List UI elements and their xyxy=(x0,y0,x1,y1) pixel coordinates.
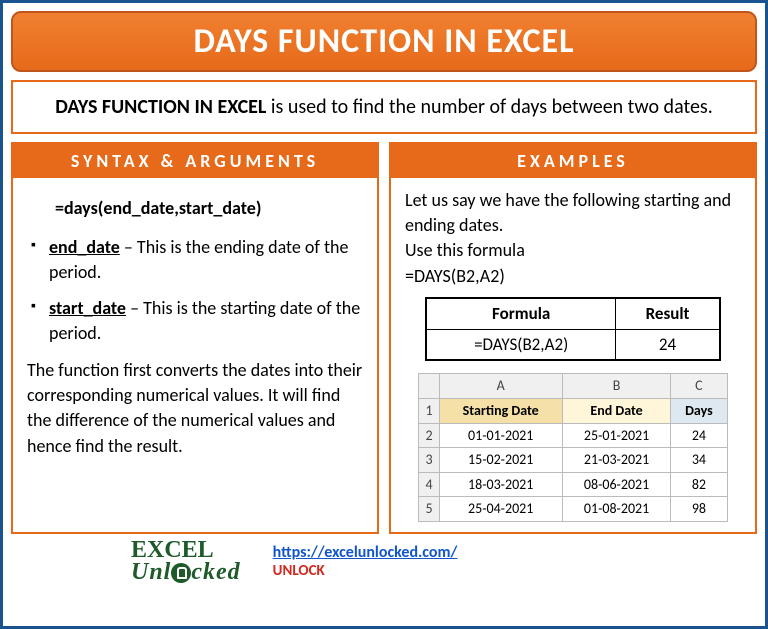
syntax-header: SYNTAX & ARGUMENTS xyxy=(13,144,377,178)
lock-icon xyxy=(171,563,191,583)
examples-column: EXAMPLES Let us say we have the followin… xyxy=(389,142,757,534)
example-intro-1: Let us say we have the following startin… xyxy=(405,188,741,238)
sheet-cell: 15-02-2021 xyxy=(439,448,562,473)
sheet-cell: 01-08-2021 xyxy=(562,497,670,522)
sheet-cell: 25-04-2021 xyxy=(439,497,562,522)
sheet-row-num: 5 xyxy=(419,497,439,522)
sheet-cell: 82 xyxy=(671,472,727,497)
fr-cell-result: 24 xyxy=(616,329,720,360)
sheet-col-letter: B xyxy=(562,374,670,399)
excel-sheet-table: A B C 1 Starting Date End Date Days 2 01… xyxy=(418,373,727,522)
examples-header: EXAMPLES xyxy=(391,144,755,178)
sheet-row-num: 1 xyxy=(419,398,439,423)
formula-result-table: Formula Result =DAYS(B2,A2) 24 xyxy=(425,297,721,362)
argument-name: start_date xyxy=(49,297,126,319)
sheet-cell: 34 xyxy=(671,448,727,473)
argument-list: end_date – This is the ending date of th… xyxy=(27,235,363,346)
sheet-cell: 98 xyxy=(671,497,727,522)
columns-container: SYNTAX & ARGUMENTS =days(end_date,start_… xyxy=(11,142,757,534)
description-strong: DAYS FUNCTION IN EXCEL xyxy=(55,95,266,119)
sheet-corner xyxy=(419,374,439,399)
fr-header-result: Result xyxy=(616,298,720,329)
example-intro-2: Use this formula xyxy=(405,238,741,263)
sheet-cell: 24 xyxy=(671,423,727,448)
argument-name: end_date xyxy=(49,236,120,258)
unlock-label: UNLOCK xyxy=(273,562,458,580)
fr-cell-formula: =DAYS(B2,A2) xyxy=(426,329,616,360)
sheet-cell: 25-01-2021 xyxy=(562,423,670,448)
fr-header-formula: Formula xyxy=(426,298,616,329)
logo-line2: Unlcked xyxy=(131,562,241,584)
syntax-formula: =days(end_date,start_date) xyxy=(55,196,363,221)
description-rest: is used to find the number of days betwe… xyxy=(266,95,712,119)
sheet-cell: 01-01-2021 xyxy=(439,423,562,448)
sheet-row-num: 2 xyxy=(419,423,439,448)
sheet-cell: 08-06-2021 xyxy=(562,472,670,497)
site-url-link[interactable]: https://excelunlocked.com/ xyxy=(273,543,458,562)
sheet-row-num: 3 xyxy=(419,448,439,473)
argument-item: end_date – This is the ending date of th… xyxy=(27,235,363,285)
sheet-header-end: End Date xyxy=(562,398,670,423)
footer-links: https://excelunlocked.com/ UNLOCK xyxy=(273,543,458,580)
sheet-cell: 18-03-2021 xyxy=(439,472,562,497)
sheet-row-num: 4 xyxy=(419,472,439,497)
syntax-body: =days(end_date,start_date) end_date – Th… xyxy=(13,178,377,469)
page-title: DAYS FUNCTION IN EXCEL xyxy=(11,11,757,72)
sheet-header-days: Days xyxy=(671,398,727,423)
brand-logo: EXCEL Unlcked xyxy=(131,540,241,583)
example-formula: =DAYS(B2,A2) xyxy=(405,264,741,289)
sheet-col-letter: A xyxy=(439,374,562,399)
syntax-explanation: The function first converts the dates in… xyxy=(27,358,363,459)
description-box: DAYS FUNCTION IN EXCEL is used to find t… xyxy=(11,80,757,134)
argument-item: start_date – This is the starting date o… xyxy=(27,296,363,346)
sheet-cell: 21-03-2021 xyxy=(562,448,670,473)
syntax-column: SYNTAX & ARGUMENTS =days(end_date,start_… xyxy=(11,142,379,534)
footer: EXCEL Unlcked https://excelunlocked.com/… xyxy=(11,540,757,583)
examples-body: Let us say we have the following startin… xyxy=(391,178,755,532)
sheet-col-letter: C xyxy=(671,374,727,399)
sheet-header-start: Starting Date xyxy=(439,398,562,423)
